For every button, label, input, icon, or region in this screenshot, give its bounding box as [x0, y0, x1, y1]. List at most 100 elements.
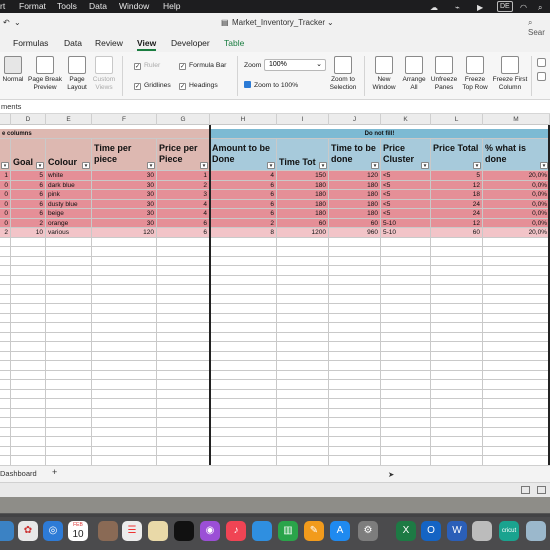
empty-cell[interactable]: [210, 427, 277, 437]
cell-cluster[interactable]: <5: [381, 190, 431, 200]
unfreeze-panes-button[interactable]: Unfreeze Panes: [429, 56, 459, 91]
empty-cell[interactable]: [329, 370, 381, 380]
menu-item-format[interactable]: Format: [19, 0, 46, 13]
empty-cell[interactable]: [0, 427, 11, 437]
empty-cell[interactable]: [0, 237, 11, 247]
cell-c[interactable]: 0: [0, 199, 11, 209]
status-icon-bluetooth[interactable]: ⌁: [455, 1, 460, 12]
column-header-h[interactable]: H: [210, 114, 277, 125]
empty-cell[interactable]: [431, 370, 483, 380]
empty-cell[interactable]: [92, 285, 157, 295]
empty-cell[interactable]: [46, 361, 92, 371]
empty-cell[interactable]: [381, 399, 431, 409]
empty-cell[interactable]: [431, 237, 483, 247]
empty-cell[interactable]: [329, 323, 381, 333]
empty-cell[interactable]: [381, 361, 431, 371]
empty-cell[interactable]: [210, 418, 277, 428]
empty-cell[interactable]: [381, 456, 431, 465]
column-header-d[interactable]: D: [11, 114, 46, 125]
tab-data[interactable]: Data: [64, 38, 82, 48]
dock-app-icon[interactable]: [526, 521, 546, 541]
empty-cell[interactable]: [210, 370, 277, 380]
empty-cell[interactable]: [11, 370, 46, 380]
empty-cell[interactable]: [210, 399, 277, 409]
empty-cell[interactable]: [277, 304, 329, 314]
empty-cell[interactable]: [381, 247, 431, 257]
empty-cell[interactable]: [210, 332, 277, 342]
cell-timedone[interactable]: 180: [329, 199, 381, 209]
cell-cluster[interactable]: <5: [381, 171, 431, 181]
empty-cell[interactable]: [277, 427, 329, 437]
title-chevron-icon[interactable]: ⌄: [327, 18, 334, 27]
cell-cluster[interactable]: <5: [381, 209, 431, 219]
zoom-to-100-button[interactable]: Zoom to 100%: [244, 81, 298, 90]
cell-cluster[interactable]: 5-10: [381, 228, 431, 238]
empty-cell[interactable]: [0, 456, 11, 465]
empty-cell[interactable]: [483, 256, 550, 266]
empty-cell[interactable]: [0, 275, 11, 285]
menu-item-data[interactable]: Data: [89, 0, 107, 13]
empty-cell[interactable]: [483, 446, 550, 456]
cell-total[interactable]: 12: [431, 180, 483, 190]
empty-cell[interactable]: [92, 304, 157, 314]
empty-cell[interactable]: [329, 361, 381, 371]
filter-dropdown-icon[interactable]: ▾: [540, 162, 548, 169]
empty-cell[interactable]: [483, 323, 550, 333]
empty-cell[interactable]: [277, 389, 329, 399]
column-header-k[interactable]: K: [381, 114, 431, 125]
empty-cell[interactable]: [46, 446, 92, 456]
filter-dropdown-icon[interactable]: ▾: [319, 162, 327, 169]
filter-dropdown-icon[interactable]: ▾: [147, 162, 155, 169]
empty-cell[interactable]: [157, 418, 210, 428]
sheet-tab-dashboard[interactable]: Dashboard: [0, 469, 37, 478]
empty-cell[interactable]: [11, 399, 46, 409]
empty-cell[interactable]: [329, 256, 381, 266]
empty-cell[interactable]: [483, 285, 550, 295]
chevron-down-icon[interactable]: ⌄: [14, 18, 21, 27]
column-header-l[interactable]: L: [431, 114, 483, 125]
cell-tpp[interactable]: 120: [92, 228, 157, 238]
empty-cell[interactable]: [157, 266, 210, 276]
menu-item-format-partial[interactable]: rt: [0, 0, 5, 13]
cell-timedone[interactable]: 180: [329, 190, 381, 200]
empty-cell[interactable]: [11, 294, 46, 304]
header-price-total[interactable]: Price Total ▾: [431, 139, 483, 171]
cell-ppp[interactable]: 6: [157, 218, 210, 228]
cell-pct[interactable]: 0,0%: [483, 190, 550, 200]
cell-pct[interactable]: 0,0%: [483, 180, 550, 190]
empty-cell[interactable]: [210, 351, 277, 361]
empty-cell[interactable]: [92, 332, 157, 342]
empty-cell[interactable]: [11, 266, 46, 276]
cell-pct[interactable]: 20,0%: [483, 228, 550, 238]
empty-cell[interactable]: [431, 323, 483, 333]
empty-cell[interactable]: [483, 304, 550, 314]
cell-goal[interactable]: 6: [11, 209, 46, 219]
empty-cell[interactable]: [46, 332, 92, 342]
menu-item-help[interactable]: Help: [163, 0, 180, 13]
empty-cell[interactable]: [92, 256, 157, 266]
cell-goal[interactable]: 2: [11, 218, 46, 228]
empty-cell[interactable]: [329, 418, 381, 428]
column-header-c[interactable]: [0, 114, 11, 125]
empty-cell[interactable]: [0, 437, 11, 447]
empty-cell[interactable]: [46, 380, 92, 390]
empty-cell[interactable]: [431, 456, 483, 465]
cell-timedone[interactable]: 120: [329, 171, 381, 181]
empty-cell[interactable]: [381, 332, 431, 342]
spreadsheet-grid[interactable]: e columns Do not fill! ▾ Goal ▾ Colour ▾ T…: [0, 125, 550, 465]
empty-cell[interactable]: [92, 266, 157, 276]
empty-cell[interactable]: [431, 294, 483, 304]
empty-cell[interactable]: [483, 370, 550, 380]
group-header-right[interactable]: Do not fill!: [210, 129, 550, 139]
cell-pct[interactable]: 0,0%: [483, 218, 550, 228]
empty-cell[interactable]: [277, 256, 329, 266]
dock-pages-icon[interactable]: ✎: [304, 521, 324, 541]
empty-cell[interactable]: [11, 446, 46, 456]
cell-cluster[interactable]: 5-10: [381, 218, 431, 228]
empty-cell[interactable]: [11, 237, 46, 247]
empty-cell[interactable]: [483, 427, 550, 437]
empty-cell[interactable]: [483, 237, 550, 247]
empty-cell[interactable]: [329, 408, 381, 418]
empty-cell[interactable]: [381, 256, 431, 266]
dock-notes-icon[interactable]: [148, 521, 168, 541]
